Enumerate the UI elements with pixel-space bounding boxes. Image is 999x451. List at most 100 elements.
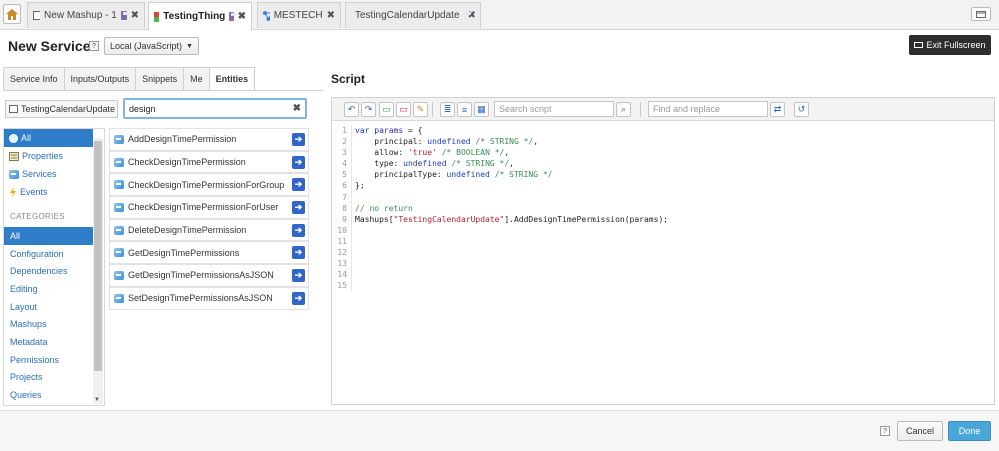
clear-button[interactable]: ✎ [413, 102, 428, 117]
search-script-input[interactable]: Search script [494, 101, 614, 117]
list-item[interactable]: GetDesignTimePermissions ➔ [109, 241, 309, 265]
entity-select-value: TestingCalendarUpdate [21, 104, 116, 114]
list-item[interactable]: GetDesignTimePermissionsAsJSON ➔ [109, 264, 309, 287]
nav-label: Services [22, 169, 57, 179]
window-menu-button[interactable] [971, 7, 991, 21]
home-icon [6, 8, 18, 20]
nav-item-all[interactable]: All [4, 129, 93, 147]
nav-item-services[interactable]: Services [4, 165, 104, 183]
line-number: 15 [332, 280, 352, 292]
code-line: 7 [332, 191, 992, 203]
format-button[interactable]: ≣ [440, 102, 455, 117]
list-item[interactable]: DeleteDesignTimePermission ➔ [109, 218, 309, 242]
category-layout[interactable]: Layout [4, 298, 104, 316]
add-comment-button[interactable]: ▭ [379, 102, 394, 117]
insert-arrow-icon[interactable]: ➔ [292, 178, 305, 192]
search-value: design [129, 103, 156, 114]
save-icon[interactable] [120, 11, 128, 20]
nav-item-properties[interactable]: Properties [4, 147, 104, 165]
redo-icon: ↷ [364, 104, 373, 114]
language-select[interactable]: Local (JavaScript) ▼ [104, 37, 199, 55]
indent-button[interactable]: ≡ [457, 102, 472, 117]
tab-label: TestingThing [163, 11, 226, 22]
code-line: 6}; [332, 180, 992, 192]
exit-fullscreen-label: Exit Fullscreen [926, 40, 986, 50]
list-item[interactable]: CheckDesignTimePermissionForUser ➔ [109, 196, 309, 219]
redo-button[interactable]: ↷ [361, 102, 376, 117]
tab-me[interactable]: Me [183, 67, 209, 91]
category-projects[interactable]: Projects [4, 369, 104, 387]
save-icon[interactable] [229, 12, 237, 21]
undo-icon: ↶ [347, 104, 356, 114]
tab-mestech[interactable]: MESTECH ✖ [257, 2, 341, 28]
search-script-placeholder: Search script [499, 104, 552, 114]
tab-service-info[interactable]: Service Info [3, 67, 64, 91]
tab-entities[interactable]: Entities [208, 67, 256, 91]
search-script-button[interactable]: ⌕ [616, 102, 631, 117]
insert-arrow-icon[interactable]: ➔ [292, 155, 305, 169]
code-line: 2 principal: undefined /* STRING */, [332, 136, 992, 148]
replace-button[interactable]: ⇄ [770, 102, 785, 117]
tab-testingthing[interactable]: TestingThing ✖ [148, 2, 252, 30]
nav-scrollbar[interactable]: ▼ [93, 138, 103, 404]
exit-fullscreen-button[interactable]: Exit Fullscreen [909, 35, 991, 55]
thing-icon [154, 11, 159, 22]
category-queries[interactable]: Queries [4, 386, 104, 404]
remove-comment-button[interactable]: ▭ [396, 102, 411, 117]
done-button[interactable]: Done [948, 421, 991, 441]
service-name: GetDesignTimePermissions [128, 247, 240, 258]
insert-arrow-icon[interactable]: ➔ [292, 246, 305, 260]
insert-arrow-icon[interactable]: ➔ [292, 201, 305, 215]
tab-new-mashup[interactable]: New Mashup - 1 ✖ [27, 2, 145, 28]
category-permissions[interactable]: Permissions [4, 351, 104, 369]
insert-arrow-icon[interactable]: ➔ [292, 269, 305, 283]
close-icon[interactable]: ✖ [131, 10, 139, 21]
entity-search-input[interactable]: design ✖ [123, 98, 307, 119]
service-icon [114, 134, 124, 144]
find-replace-input[interactable]: Find and replace [648, 101, 768, 117]
toolbar-divider [640, 102, 641, 117]
insert-arrow-icon[interactable]: ➔ [292, 133, 305, 146]
code-area[interactable]: 1 var params = { 2 principal: undefined /… [332, 125, 992, 292]
list-item[interactable]: CheckDesignTimePermission ➔ [109, 150, 309, 174]
tab-inputs-outputs[interactable]: Inputs/Outputs [63, 67, 136, 91]
close-icon[interactable]: ✖ [238, 11, 246, 22]
replace-all-button[interactable]: ↺ [794, 102, 809, 117]
list-item[interactable]: SetDesignTimePermissionsAsJSON ➔ [109, 286, 309, 310]
service-icon [114, 180, 124, 190]
insert-arrow-icon[interactable]: ➔ [292, 223, 305, 237]
service-icon [114, 270, 124, 280]
home-button[interactable] [3, 4, 21, 24]
clear-icon[interactable]: ✖ [293, 103, 301, 114]
tab-label: New Mashup - 1 [44, 10, 117, 21]
line-number: 14 [332, 269, 352, 281]
entity-select[interactable]: TestingCalendarUpdate [5, 100, 118, 118]
line-number: 8 [332, 202, 352, 214]
code-button[interactable]: ▦ [474, 102, 489, 117]
help-icon[interactable]: ? [880, 426, 890, 436]
category-all[interactable]: All [4, 227, 93, 245]
line-number: 5 [332, 169, 352, 181]
list-item[interactable]: CheckDesignTimePermissionForGroup ➔ [109, 173, 309, 197]
category-metadata[interactable]: Metadata [4, 333, 104, 351]
scrollbar-thumb[interactable] [94, 141, 102, 371]
globe-icon [9, 133, 18, 143]
code-icon: ▦ [477, 104, 486, 114]
category-dependencies[interactable]: Dependencies [4, 262, 104, 280]
insert-arrow-icon[interactable]: ➔ [292, 291, 305, 305]
category-editing[interactable]: Editing [4, 280, 104, 298]
tab-testingcalendarupdate[interactable]: TestingCalendarUpdate ✖ [345, 2, 481, 28]
scroll-down-icon[interactable]: ▼ [94, 397, 100, 403]
list-item[interactable]: AddDesignTimePermission ➔ [109, 128, 309, 151]
close-icon[interactable]: ✖ [327, 10, 335, 21]
code-line: 13 [332, 258, 992, 270]
network-icon [263, 10, 270, 21]
help-icon[interactable]: ? [89, 41, 99, 51]
line-number: 11 [332, 235, 352, 248]
cancel-button[interactable]: Cancel [897, 421, 943, 441]
category-mashups[interactable]: Mashups [4, 315, 104, 333]
nav-item-events[interactable]: Events [4, 183, 104, 201]
tab-snippets[interactable]: Snippets [135, 67, 184, 91]
category-configuration[interactable]: Configuration [4, 245, 104, 263]
undo-button[interactable]: ↶ [344, 102, 359, 117]
